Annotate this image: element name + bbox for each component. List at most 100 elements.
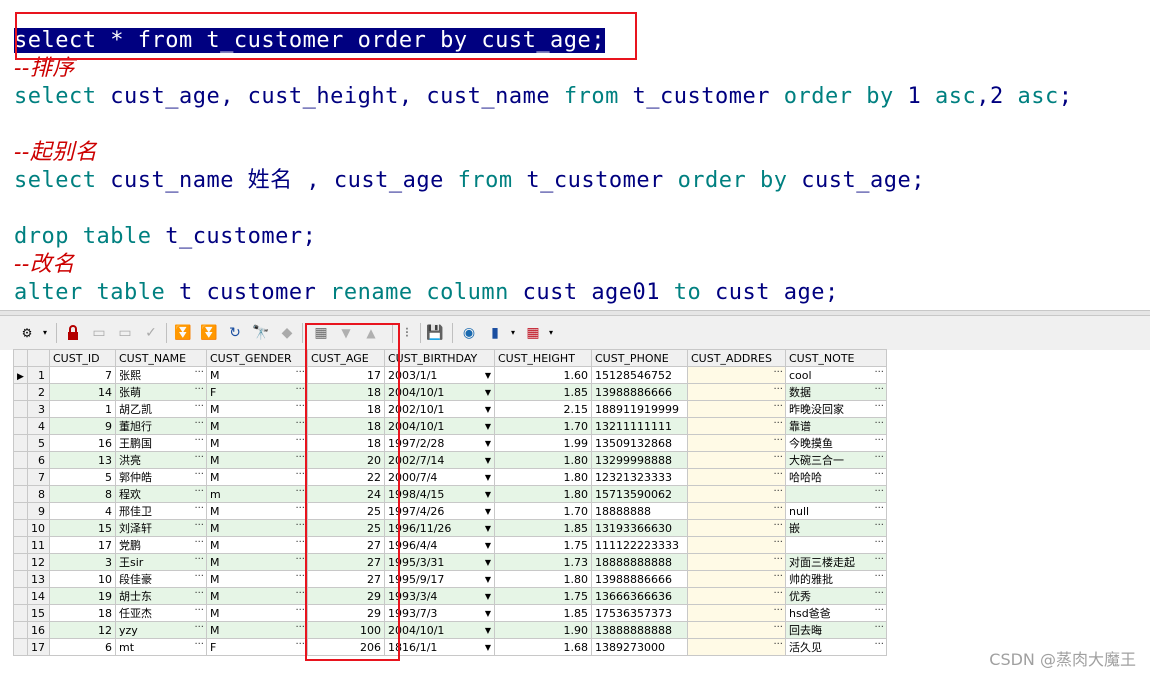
date-dropdown-icon[interactable]: ▼ bbox=[485, 419, 491, 434]
code-line[interactable]: select cust_age, cust_height, cust_name … bbox=[14, 83, 1072, 111]
cust-note-cell[interactable]: 活久见 ··· bbox=[785, 638, 887, 656]
ellipsis-button[interactable]: ··· bbox=[194, 419, 204, 430]
cust-height-cell[interactable]: 1.70 bbox=[494, 502, 592, 520]
cust-birthday-cell[interactable]: 2000/7/4 ▼ bbox=[384, 468, 495, 486]
cust-gender-cell[interactable]: M ··· bbox=[206, 400, 308, 418]
cust-phone-cell[interactable]: 17536357373 bbox=[591, 604, 688, 622]
ellipsis-button[interactable]: ··· bbox=[874, 521, 884, 532]
date-dropdown-icon[interactable]: ▼ bbox=[485, 385, 491, 400]
ellipsis-button[interactable]: ··· bbox=[194, 504, 204, 515]
cust-note-cell[interactable]: 哈哈哈 ··· bbox=[785, 468, 887, 486]
table-row[interactable]: 13 10 段佳豪 ··· M ··· 27 1995/9/17 ▼ 1.80 1398888666… bbox=[13, 570, 887, 588]
cust-height-cell[interactable]: 1.73 bbox=[494, 553, 592, 571]
cust-phone-cell[interactable]: 13988886666 bbox=[591, 383, 688, 401]
ellipsis-button[interactable]: ··· bbox=[874, 538, 884, 549]
cust-id-cell[interactable]: 19 bbox=[49, 587, 116, 605]
cust-height-cell[interactable]: 1.75 bbox=[494, 587, 592, 605]
cust-gender-cell[interactable]: M ··· bbox=[206, 536, 308, 554]
cust-gender-cell[interactable]: M ··· bbox=[206, 570, 308, 588]
cust-note-cell[interactable]: 回去晦 ··· bbox=[785, 621, 887, 639]
cust-addres-cell[interactable]: ··· bbox=[687, 468, 786, 486]
cust-name-cell[interactable]: 邢佳卫 ··· bbox=[115, 502, 207, 520]
ellipsis-button[interactable]: ··· bbox=[295, 402, 305, 413]
ellipsis-button[interactable]: ··· bbox=[295, 572, 305, 583]
cust-gender-cell[interactable]: M ··· bbox=[206, 451, 308, 469]
ellipsis-button[interactable]: ··· bbox=[295, 606, 305, 617]
cust-gender-cell[interactable]: m ··· bbox=[206, 485, 308, 503]
cust-id-cell[interactable]: 17 bbox=[49, 536, 116, 554]
cust-birthday-cell[interactable]: 2002/7/14 ▼ bbox=[384, 451, 495, 469]
cust-id-cell[interactable]: 8 bbox=[49, 485, 116, 503]
table-row[interactable]: 12 3 王sir ··· M ··· 27 1995/3/31 ▼ 1.73 1888888888… bbox=[13, 553, 887, 571]
cust-height-cell[interactable]: 1.60 bbox=[494, 366, 592, 384]
cust-id-cell[interactable]: 3 bbox=[49, 553, 116, 571]
ellipsis-button[interactable]: ··· bbox=[773, 385, 783, 396]
cust-gender-cell[interactable]: M ··· bbox=[206, 553, 308, 571]
cust-note-cell[interactable]: ··· bbox=[785, 485, 887, 503]
cust-phone-cell[interactable]: 188911919999 bbox=[591, 400, 688, 418]
cust-phone-cell[interactable]: 13988886666 bbox=[591, 570, 688, 588]
cust-note-cell[interactable]: ··· bbox=[785, 536, 887, 554]
date-dropdown-icon[interactable]: ▼ bbox=[485, 521, 491, 536]
table-row[interactable]: 16 12 yzy ··· M ··· 100 2004/10/1 ▼ 1.90 138888888… bbox=[13, 621, 887, 639]
cust-name-cell[interactable]: 程欢 ··· bbox=[115, 485, 207, 503]
cust-note-cell[interactable]: 数据 ··· bbox=[785, 383, 887, 401]
cust-phone-cell[interactable]: 13666366636 bbox=[591, 587, 688, 605]
cust-name-cell[interactable]: 郭仲皓 ··· bbox=[115, 468, 207, 486]
cust-phone-cell[interactable]: 13509132868 bbox=[591, 434, 688, 452]
cust-gender-cell[interactable]: M ··· bbox=[206, 502, 308, 520]
cust-phone-cell[interactable]: 13211111111 bbox=[591, 417, 688, 435]
column-header[interactable]: CUST_NOTE bbox=[785, 349, 887, 367]
cust-height-cell[interactable]: 1.70 bbox=[494, 417, 592, 435]
cust-age-cell[interactable]: 29 bbox=[307, 587, 385, 605]
cust-name-cell[interactable]: 任亚杰 ··· bbox=[115, 604, 207, 622]
cust-id-cell[interactable]: 9 bbox=[49, 417, 116, 435]
cust-id-cell[interactable]: 5 bbox=[49, 468, 116, 486]
code-line[interactable]: select * from t_customer order by cust_a… bbox=[14, 27, 606, 55]
cust-height-cell[interactable]: 1.80 bbox=[494, 451, 592, 469]
cust-note-cell[interactable]: 昨晚没回家 ··· bbox=[785, 400, 887, 418]
ellipsis-button[interactable]: ··· bbox=[874, 555, 884, 566]
export-icon[interactable]: ◉ bbox=[460, 324, 478, 342]
ellipsis-button[interactable]: ··· bbox=[773, 402, 783, 413]
cust-height-cell[interactable]: 1.85 bbox=[494, 604, 592, 622]
ellipsis-button[interactable]: ··· bbox=[773, 589, 783, 600]
scroll-bottom-icon[interactable]: ⏬ bbox=[200, 324, 218, 342]
dropdown-arrow-icon[interactable]: ▾ bbox=[504, 324, 522, 342]
ellipsis-button[interactable]: ··· bbox=[194, 555, 204, 566]
ellipsis-button[interactable]: ··· bbox=[874, 419, 884, 430]
cust-age-cell[interactable]: 27 bbox=[307, 570, 385, 588]
table-row[interactable]: ▶ 1 7 张熙 ··· M ··· 17 2003/1/1 ▼ 1.60 15128546752 ··… bbox=[13, 366, 887, 384]
table-row[interactable]: 2 14 张萌 ··· F ··· 18 2004/10/1 ▼ 1.85 13988886666 ·… bbox=[13, 383, 887, 401]
ellipsis-button[interactable]: ··· bbox=[194, 623, 204, 634]
ellipsis-button[interactable]: ··· bbox=[295, 419, 305, 430]
cust-birthday-cell[interactable]: 2003/1/1 ▼ bbox=[384, 366, 495, 384]
cust-gender-cell[interactable]: M ··· bbox=[206, 621, 308, 639]
ellipsis-button[interactable]: ··· bbox=[773, 453, 783, 464]
cust-birthday-cell[interactable]: 1995/9/17 ▼ bbox=[384, 570, 495, 588]
post-icon[interactable]: ✓ bbox=[142, 324, 160, 342]
cust-id-cell[interactable]: 15 bbox=[49, 519, 116, 537]
ellipsis-button[interactable]: ··· bbox=[773, 606, 783, 617]
ellipsis-button[interactable]: ··· bbox=[295, 470, 305, 481]
ellipsis-button[interactable]: ··· bbox=[194, 470, 204, 481]
cust-birthday-cell[interactable]: 1997/4/26 ▼ bbox=[384, 502, 495, 520]
ellipsis-button[interactable]: ··· bbox=[295, 504, 305, 515]
cust-age-cell[interactable]: 29 bbox=[307, 604, 385, 622]
code-line[interactable]: drop table t_customer; bbox=[14, 223, 316, 251]
ellipsis-button[interactable]: ··· bbox=[295, 521, 305, 532]
cust-name-cell[interactable]: 段佳豪 ··· bbox=[115, 570, 207, 588]
ellipsis-button[interactable]: ··· bbox=[773, 623, 783, 634]
cust-addres-cell[interactable]: ··· bbox=[687, 587, 786, 605]
ellipsis-button[interactable]: ··· bbox=[194, 538, 204, 549]
cust-age-cell[interactable]: 25 bbox=[307, 502, 385, 520]
cust-gender-cell[interactable]: M ··· bbox=[206, 366, 308, 384]
cust-gender-cell[interactable]: M ··· bbox=[206, 519, 308, 537]
ellipsis-button[interactable]: ··· bbox=[194, 402, 204, 413]
table-row[interactable]: 3 1 胡乙凯 ··· M ··· 18 2002/10/1 ▼ 2.15 188911919999… bbox=[13, 400, 887, 418]
cust-name-cell[interactable]: 胡士东 ··· bbox=[115, 587, 207, 605]
cust-note-cell[interactable]: null ··· bbox=[785, 502, 887, 520]
dropdown-arrow-icon[interactable]: ▾ bbox=[36, 324, 54, 342]
ellipsis-button[interactable]: ··· bbox=[773, 470, 783, 481]
ellipsis-button[interactable]: ··· bbox=[773, 521, 783, 532]
